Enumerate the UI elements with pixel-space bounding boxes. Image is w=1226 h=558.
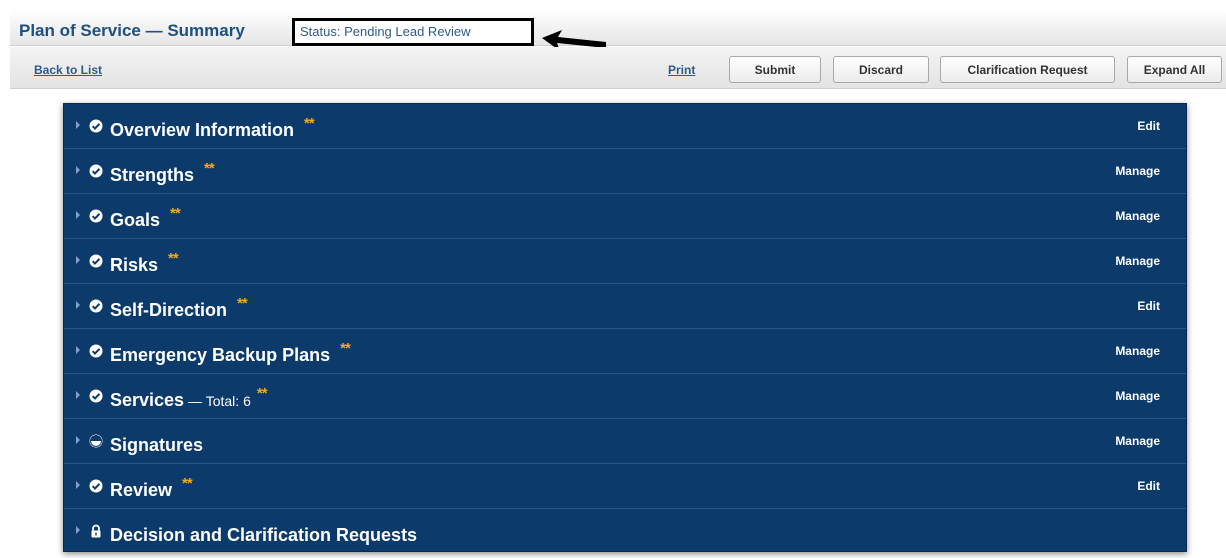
section-title: Strengths **: [110, 160, 215, 185]
required-stars: **: [256, 385, 268, 402]
section-title: Overview Information **: [110, 115, 315, 140]
edit-link[interactable]: Edit: [1137, 479, 1160, 493]
toolbar: Back to List Print Submit Discard Clarif…: [10, 47, 1226, 89]
required-stars: **: [204, 160, 215, 177]
check-circle-icon: [89, 389, 103, 403]
section-decision-and-clarification-requests[interactable]: Decision and Clarification Requests: [64, 509, 1186, 554]
required-stars: **: [304, 115, 315, 132]
manage-link[interactable]: Manage: [1115, 209, 1160, 223]
section-title: Review **: [110, 475, 193, 500]
manage-link[interactable]: Manage: [1115, 164, 1160, 178]
section-title: Decision and Clarification Requests: [110, 525, 418, 545]
discard-button[interactable]: Discard: [833, 56, 929, 83]
required-stars: **: [237, 295, 248, 312]
half-circle-icon: [89, 434, 103, 448]
section-title: Self-Direction **: [110, 295, 248, 320]
section-overview-information[interactable]: Overview Information ** Edit: [64, 104, 1186, 149]
required-stars: **: [182, 475, 193, 492]
back-to-list-link[interactable]: Back to List: [34, 63, 102, 77]
header-bar: Plan of Service — Summary Status: Pendin…: [10, 10, 1226, 51]
expand-caret-icon[interactable]: [76, 526, 80, 534]
required-stars: **: [340, 340, 351, 357]
sections-panel: Overview Information ** Edit Strengths ** …: [63, 103, 1187, 552]
print-link[interactable]: Print: [668, 63, 695, 77]
section-review[interactable]: Review ** Edit: [64, 464, 1186, 509]
expand-caret-icon[interactable]: [76, 256, 80, 264]
section-emergency-backup-plans[interactable]: Emergency Backup Plans ** Manage: [64, 329, 1186, 374]
expand-caret-icon[interactable]: [76, 121, 80, 129]
section-total: — Total: 6: [188, 393, 251, 409]
manage-link[interactable]: Manage: [1115, 389, 1160, 403]
check-circle-icon: [89, 119, 103, 133]
page-title: Plan of Service — Summary: [19, 21, 245, 40]
section-goals[interactable]: Goals ** Manage: [64, 194, 1186, 239]
expand-caret-icon[interactable]: [76, 391, 80, 399]
expand-caret-icon[interactable]: [76, 436, 80, 444]
clarification-request-button[interactable]: Clarification Request: [940, 56, 1115, 83]
section-strengths[interactable]: Strengths ** Manage: [64, 149, 1186, 194]
check-circle-icon: [89, 209, 103, 223]
section-title: Services — Total: 6 **: [110, 385, 268, 410]
check-circle-icon: [89, 344, 103, 358]
required-stars: **: [168, 250, 179, 267]
expand-caret-icon[interactable]: [76, 301, 80, 309]
section-title: Emergency Backup Plans **: [110, 340, 351, 365]
check-circle-icon: [89, 479, 103, 493]
section-risks[interactable]: Risks ** Manage: [64, 239, 1186, 284]
section-signatures[interactable]: Signatures Manage: [64, 419, 1186, 464]
check-circle-icon: [89, 164, 103, 178]
check-circle-icon: [89, 299, 103, 313]
submit-button[interactable]: Submit: [729, 56, 821, 83]
expand-caret-icon[interactable]: [76, 211, 80, 219]
expand-caret-icon[interactable]: [76, 346, 80, 354]
check-circle-icon: [89, 254, 103, 268]
section-services[interactable]: Services — Total: 6 ** Manage: [64, 374, 1186, 419]
required-stars: **: [170, 205, 181, 222]
lock-icon: [91, 524, 101, 538]
manage-link[interactable]: Manage: [1115, 344, 1160, 358]
status-badge: Status: Pending Lead Review: [292, 18, 534, 46]
manage-link[interactable]: Manage: [1115, 434, 1160, 448]
section-title: Goals **: [110, 205, 181, 230]
edit-link[interactable]: Edit: [1137, 299, 1160, 313]
expand-caret-icon[interactable]: [76, 481, 80, 489]
section-self-direction[interactable]: Self-Direction ** Edit: [64, 284, 1186, 329]
section-title: Signatures: [110, 435, 204, 455]
edit-link[interactable]: Edit: [1137, 119, 1160, 133]
section-title: Risks **: [110, 250, 179, 275]
manage-link[interactable]: Manage: [1115, 254, 1160, 268]
expand-all-button[interactable]: Expand All: [1127, 56, 1222, 83]
expand-caret-icon[interactable]: [76, 166, 80, 174]
